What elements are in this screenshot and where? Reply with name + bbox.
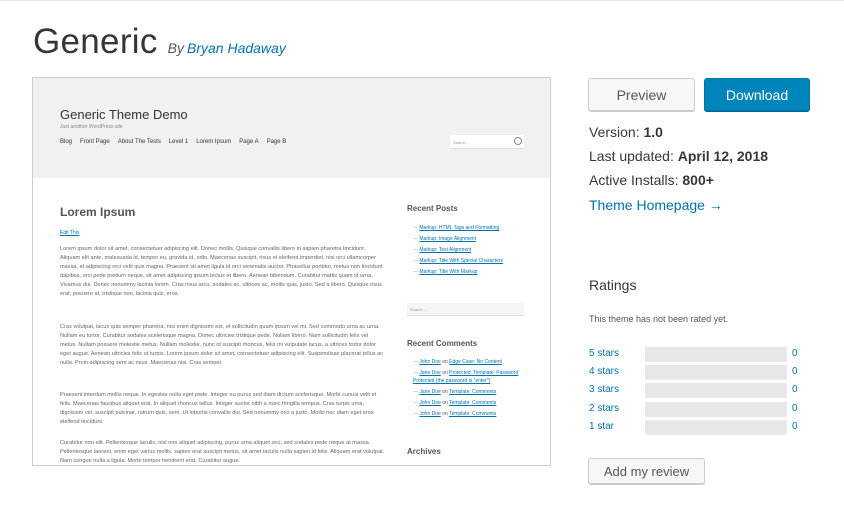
by-label: By (167, 40, 184, 56)
rating-label[interactable]: 1 star (589, 421, 614, 432)
preview-nav-item: Blog (60, 139, 73, 145)
preview-nav-item: Lorem Ipsum (196, 139, 232, 145)
author-link[interactable]: Bryan Hadaway (187, 40, 286, 56)
top-divider (0, 0, 844, 1)
active-installs-value: 800+ (682, 172, 714, 188)
preview-sidebar-search: Search ... (407, 303, 524, 316)
list-item: John Doe on Template: Comments (413, 399, 528, 407)
rating-count: 0 (792, 421, 798, 432)
rating-count: 0 (792, 348, 798, 359)
list-item: Jane Doe on Protected: Template: Passwor… (413, 369, 528, 385)
preview-recent-posts: Markup: HTML Tags and Formatting Markup:… (413, 223, 528, 278)
version-info: Version: 1.0 (589, 124, 663, 140)
rating-count: 0 (792, 384, 798, 395)
rating-row-2: 2 stars 0 (589, 402, 799, 417)
rating-row-1: 1 star 0 (589, 420, 799, 435)
list-item: Markup: Title With Markup (413, 267, 528, 278)
theme-homepage-link[interactable]: Theme Homepage → (589, 197, 723, 213)
rating-row-4: 4 stars 0 (589, 365, 799, 380)
list-item: John Doe on Edge Case: No Content (413, 358, 528, 366)
theme-screenshot: Generic Theme Demo Just another WordPres… (32, 77, 551, 466)
preview-paragraph: Curabitur non elit. Pellentesque iaculis… (60, 440, 385, 464)
rating-bar (645, 383, 787, 398)
preview-paragraph: Lorem ipsum dolor sit amet, consectetuer… (60, 246, 383, 297)
last-updated-value: April 12, 2018 (677, 148, 769, 164)
rating-count: 0 (792, 366, 798, 377)
list-item: Markup: Text Alignment (413, 245, 528, 256)
list-item: John Doe on Template: Comments (413, 410, 528, 418)
preview-sidebar-search-placeholder: Search ... (410, 307, 428, 312)
version-label: Version: (589, 124, 640, 140)
active-installs-info: Active Installs: 800+ (589, 172, 714, 188)
preview-nav-item: Page B (266, 139, 287, 145)
preview-nav-item: Front Page (80, 139, 110, 145)
preview-paragraph: Cras volutpat, lacus quis semper pharetr… (60, 324, 384, 366)
last-updated-label: Last updated: (589, 148, 674, 164)
rating-label[interactable]: 4 stars (589, 366, 619, 377)
preview-header: Generic Theme Demo Just another WordPres… (33, 78, 550, 178)
preview-tagline: Just another WordPress site (60, 124, 123, 130)
version-value: 1.0 (643, 124, 663, 140)
preview-button[interactable]: Preview (588, 78, 695, 111)
list-item: Jane Doe on Template: Comments (413, 388, 528, 396)
rating-bar (645, 347, 787, 362)
theme-header: Generic By Bryan Hadaway (33, 22, 286, 62)
not-rated-text: This theme has not been rated yet. (589, 314, 729, 324)
preview-recent-comments: John Doe on Edge Case: No Content Jane D… (413, 358, 528, 421)
list-item: Markup: Title With Special Characters (413, 256, 528, 267)
preview-nav-item: Page A (239, 139, 259, 145)
preview-site-title: Generic Theme Demo (60, 107, 188, 122)
rating-bar (645, 420, 787, 435)
active-installs-label: Active Installs: (589, 172, 679, 188)
list-item: Markup: HTML Tags and Formatting (413, 223, 528, 234)
preview-paragraph: Praesent interdum mollis neque. In egest… (60, 392, 377, 425)
rating-label[interactable]: 5 stars (589, 348, 619, 359)
rating-count: 0 (792, 403, 798, 414)
rating-bar (645, 402, 787, 417)
preview-search-placeholder: Search ... (453, 140, 471, 145)
preview-nav: Blog Front Page About The Tests Level 1 … (60, 139, 286, 145)
search-icon (514, 137, 522, 145)
preview-nav-item: Level 1 (168, 139, 189, 145)
preview-nav-item: About The Tests (117, 139, 161, 145)
last-updated-info: Last updated: April 12, 2018 (589, 148, 768, 164)
download-button[interactable]: Download (704, 78, 810, 111)
preview-edit-link: Edit This (60, 230, 80, 236)
preview-recent-posts-heading: Recent Posts (407, 204, 458, 213)
rating-row-5: 5 stars 0 (589, 347, 799, 362)
preview-archives-heading: Archives (407, 447, 441, 456)
theme-title: Generic (33, 22, 158, 61)
rating-label[interactable]: 2 stars (589, 403, 619, 414)
ratings-heading: Ratings (589, 277, 637, 293)
list-item: Markup: Image Alignment (413, 234, 528, 245)
rating-label[interactable]: 3 stars (589, 384, 619, 395)
rating-row-3: 3 stars 0 (589, 383, 799, 398)
rating-bar (645, 365, 787, 380)
preview-search: Search ... (450, 135, 524, 149)
add-review-button[interactable]: Add my review (588, 458, 705, 484)
preview-post-title: Lorem Ipsum (60, 205, 136, 219)
preview-recent-comments-heading: Recent Comments (407, 339, 478, 348)
